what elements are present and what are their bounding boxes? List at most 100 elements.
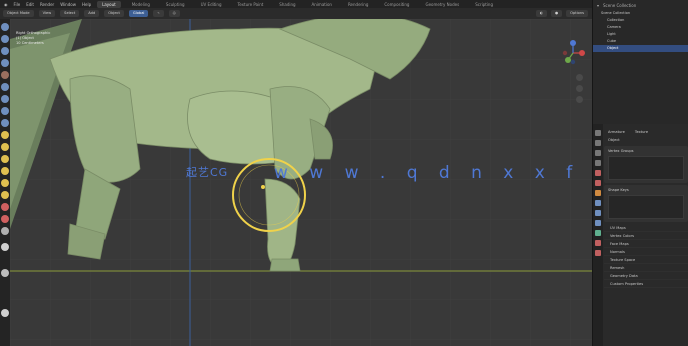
particles-tab-icon[interactable] bbox=[595, 210, 601, 216]
view-layer-tab-icon[interactable] bbox=[595, 160, 601, 166]
tab-shading[interactable]: Shading bbox=[274, 1, 300, 8]
snap-toggle-icon[interactable]: ⌁ bbox=[153, 10, 164, 17]
measure-tool-icon[interactable] bbox=[1, 119, 9, 127]
top-bar: ◉ File Edit Render Window Help Layout Mo… bbox=[0, 0, 688, 8]
menu-help[interactable]: Help bbox=[82, 2, 91, 7]
tab-sculpting[interactable]: Sculpting bbox=[161, 1, 190, 8]
panel-row[interactable]: Face Maps bbox=[604, 240, 688, 248]
panel-row[interactable]: Remesh bbox=[604, 264, 688, 272]
transform-tool-icon[interactable] bbox=[1, 95, 9, 103]
3d-viewport[interactable]: Right Orthographic (1) Object 10 Centime… bbox=[10, 19, 592, 346]
outliner: ▾ Scene Collection Scene Collection Coll… bbox=[592, 0, 688, 124]
draw-tool-icon[interactable] bbox=[1, 131, 9, 139]
tab-animation[interactable]: Animation bbox=[307, 1, 337, 8]
outliner-row[interactable]: Light bbox=[593, 31, 688, 38]
annotate-line-icon[interactable] bbox=[1, 243, 9, 251]
tab-compositing[interactable]: Compositing bbox=[379, 1, 414, 8]
annotate-tool-icon[interactable] bbox=[1, 107, 9, 115]
context-path: Object bbox=[604, 136, 688, 144]
menu-object[interactable]: Object bbox=[104, 10, 124, 17]
panel-row[interactable]: Vertex Colors bbox=[604, 232, 688, 240]
blender-logo-icon[interactable]: ◉ bbox=[4, 2, 8, 7]
outliner-row[interactable]: Collection bbox=[593, 17, 688, 24]
hand-icon[interactable] bbox=[576, 85, 583, 92]
panel-shape-keys[interactable]: Shape Keys bbox=[604, 185, 688, 222]
menu-edit[interactable]: Edit bbox=[26, 2, 34, 7]
grab-tool-icon[interactable] bbox=[1, 191, 9, 199]
outliner-row[interactable]: Cube bbox=[593, 38, 688, 45]
panel-title: Shape Keys bbox=[608, 188, 629, 192]
outliner-row[interactable]: Scene Collection bbox=[593, 10, 688, 17]
box-mask-tool-icon[interactable] bbox=[1, 227, 9, 235]
texture-tab[interactable]: Texture bbox=[635, 130, 648, 134]
panel-vertex-groups[interactable]: Vertex Groups bbox=[604, 146, 688, 183]
material-tab-icon[interactable] bbox=[595, 240, 601, 246]
tool-tab-icon[interactable] bbox=[595, 130, 601, 136]
vertex-group-list[interactable] bbox=[608, 156, 684, 180]
render-tab-icon[interactable] bbox=[595, 140, 601, 146]
viewport-header: Object Mode View Select Add Object Globa… bbox=[0, 8, 592, 19]
properties-top: Armature Texture bbox=[604, 128, 688, 136]
outliner-row[interactable]: Camera bbox=[593, 24, 688, 31]
mode-dropdown[interactable]: Object Mode bbox=[3, 10, 34, 17]
clay-tool-icon[interactable] bbox=[1, 143, 9, 151]
mesh-filter-icon[interactable] bbox=[1, 309, 9, 317]
menu-view[interactable]: View bbox=[38, 10, 56, 17]
orientation-dropdown[interactable]: Global bbox=[128, 10, 149, 17]
zoom-icon[interactable] bbox=[576, 74, 583, 81]
panel-row[interactable]: Texture Space bbox=[604, 256, 688, 264]
snake-hook-tool-icon[interactable] bbox=[1, 203, 9, 211]
context-label: Object bbox=[608, 138, 620, 142]
tab-layout[interactable]: Layout bbox=[97, 0, 121, 8]
physics-tab-icon[interactable] bbox=[595, 220, 601, 226]
flatten-tool-icon[interactable] bbox=[1, 179, 9, 187]
shading-solid-icon[interactable]: ● bbox=[550, 10, 563, 17]
modifier-tab-icon[interactable] bbox=[595, 200, 601, 206]
tab-geometry-nodes[interactable]: Geometry Nodes bbox=[420, 1, 464, 8]
outliner-title: Scene Collection bbox=[603, 2, 637, 8]
menu-file[interactable]: File bbox=[14, 2, 21, 7]
overlay-toggle-icon[interactable]: ◐ bbox=[535, 10, 547, 17]
panel-row[interactable]: Custom Properties bbox=[604, 280, 688, 288]
navigation-gizmo[interactable] bbox=[558, 38, 588, 68]
smooth-tool-icon[interactable] bbox=[1, 167, 9, 175]
rotate-tool-icon[interactable] bbox=[1, 59, 9, 67]
camera-icon[interactable] bbox=[576, 96, 583, 103]
panel-row[interactable]: Geometry Data bbox=[604, 272, 688, 280]
armature-tab[interactable]: Armature bbox=[608, 130, 625, 134]
tab-scripting[interactable]: Scripting bbox=[470, 1, 498, 8]
scale-info: 10 Centimeters bbox=[16, 41, 44, 45]
scale-tool-icon[interactable] bbox=[1, 83, 9, 91]
panel-title: Vertex Groups bbox=[608, 149, 634, 153]
cursor-tool-icon[interactable] bbox=[1, 35, 9, 43]
tab-rendering[interactable]: Rendering bbox=[343, 1, 373, 8]
world-tab-icon[interactable] bbox=[595, 180, 601, 186]
move-tool-icon[interactable] bbox=[1, 47, 9, 55]
menu-render[interactable]: Render bbox=[40, 2, 54, 7]
shape-key-list[interactable] bbox=[608, 195, 684, 219]
data-tab-icon[interactable] bbox=[595, 230, 601, 236]
menu-window[interactable]: Window bbox=[60, 2, 76, 7]
tab-uv-editing[interactable]: UV Editing bbox=[196, 1, 227, 8]
menu-select[interactable]: Select bbox=[60, 10, 80, 17]
brush-tool-icon[interactable] bbox=[1, 71, 9, 79]
menu-add[interactable]: Add bbox=[84, 10, 100, 17]
filter-icon[interactable]: ▾ bbox=[597, 3, 599, 8]
output-tab-icon[interactable] bbox=[595, 150, 601, 156]
panel-row[interactable]: Normals bbox=[604, 248, 688, 256]
tab-modeling[interactable]: Modeling bbox=[127, 1, 155, 8]
scene-tab-icon[interactable] bbox=[595, 170, 601, 176]
properties-tabs bbox=[593, 124, 603, 346]
panel-row[interactable]: UV Maps bbox=[604, 224, 688, 232]
tab-texture-paint[interactable]: Texture Paint bbox=[232, 1, 268, 8]
properties-main: Armature Texture Object Vertex Groups Sh… bbox=[604, 128, 688, 288]
proportional-edit-icon[interactable]: ◎ bbox=[168, 10, 180, 17]
texture-tab-icon[interactable] bbox=[595, 250, 601, 256]
transform-icon[interactable] bbox=[1, 269, 9, 277]
select-tool-icon[interactable] bbox=[1, 23, 9, 31]
object-tab-icon[interactable] bbox=[595, 190, 601, 196]
mask-tool-icon[interactable] bbox=[1, 215, 9, 223]
inflate-tool-icon[interactable] bbox=[1, 155, 9, 163]
options-dropdown[interactable]: Options bbox=[566, 10, 588, 17]
outliner-row-selected[interactable]: Object bbox=[593, 45, 688, 52]
